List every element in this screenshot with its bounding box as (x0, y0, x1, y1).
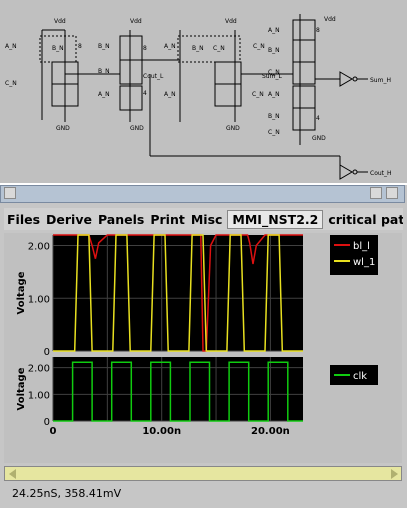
y-tick-label: 2.00 (28, 364, 50, 375)
vdd-label-4: Vdd (324, 16, 336, 23)
y-tick-label: 0 (44, 347, 50, 358)
window-menu-button[interactable] (4, 187, 16, 199)
vdd-label-3: Vdd (225, 18, 237, 25)
scroll-arrows (9, 469, 398, 479)
menu-files[interactable]: Files (4, 212, 43, 227)
cursor-readout: 24.25nS, 358.41mV (12, 487, 122, 500)
gnd-label-2: GND (130, 125, 144, 132)
plot-area: Voltage Voltage 0 1.00 2.00 bl_l wl_1 0 1.00 2.… (4, 233, 402, 463)
input-b-label-2: B_N (98, 68, 110, 75)
input-c-label-4: C_N (252, 91, 264, 98)
scroll-left-icon[interactable] (9, 469, 16, 479)
waveform-plots: Voltage Voltage 0 1.00 2.00 bl_l wl_1 0 1.00 2.… (16, 234, 378, 437)
input-a-label-3: A_N (164, 43, 176, 50)
gate-b-label-3: B_N (192, 45, 204, 52)
menu-panels[interactable]: Panels (95, 212, 147, 227)
minimize-button[interactable] (370, 187, 382, 199)
gate-b-label: B_N (52, 45, 64, 52)
y-tick-label: 2.00 (28, 242, 50, 253)
gate-c-label-3: C_N (213, 45, 225, 52)
gnd-label-3: GND (226, 125, 240, 132)
gnd-label-4: GND (312, 135, 326, 142)
input-a-label-6: A_N (268, 91, 280, 98)
schematic-drawing: Vdd Vdd Vdd Vdd GND GND GND GND A_N C_N … (5, 14, 392, 180)
input-c-label: C_N (5, 80, 17, 87)
y-tick-label: 1.00 (28, 294, 50, 305)
legend-label-bl_l: bl_l (353, 241, 370, 252)
window-titlebar[interactable] (0, 185, 405, 203)
size-label-3: 4 (143, 90, 147, 97)
y-axis-label-2: Voltage (16, 367, 27, 410)
schematic-canvas[interactable]: Vdd Vdd Vdd Vdd GND GND GND GND A_N C_N … (0, 0, 407, 183)
input-a-label: A_N (5, 43, 17, 50)
input-c-label-3: C_N (253, 43, 265, 50)
legend-label-wl_1: wl_1 (353, 257, 375, 268)
sum-l-label: Sum_L (262, 73, 282, 80)
size-label-2: 8 (143, 45, 147, 52)
input-a-label-4: A_N (164, 91, 176, 98)
input-c-label-6: C_N (268, 129, 280, 136)
input-a-label-5: A_N (268, 27, 280, 34)
input-b-label-1: B_N (98, 43, 110, 50)
vdd-label-1: Vdd (54, 18, 66, 25)
input-a-label-2: A_N (98, 91, 110, 98)
size-label-5: 4 (316, 115, 320, 122)
maximize-button[interactable] (386, 187, 398, 199)
x-tick-label: 0 (50, 426, 57, 437)
tab-critical-path[interactable]: critical path of mmi_s (325, 212, 403, 227)
waveform-window: Files Derive Panels Print Misc MMI_NST2.… (0, 183, 407, 508)
size-label-4: 8 (316, 27, 320, 34)
y-tick-label: 1.00 (28, 390, 50, 401)
vdd-label-2: Vdd (130, 18, 142, 25)
menu-derive[interactable]: Derive (43, 212, 95, 227)
input-b-label-5: B_N (268, 47, 280, 54)
input-b-label-6: B_N (268, 113, 280, 120)
menu-print[interactable]: Print (147, 212, 188, 227)
horizontal-scrollbar[interactable] (4, 466, 402, 481)
gnd-label-1: GND (56, 125, 70, 132)
cout-l-label: Cout_L (143, 73, 164, 80)
x-tick-label: 20.00n (251, 426, 290, 437)
x-tick-label: 10.00n (142, 426, 181, 437)
y-axis-label-1: Voltage (16, 271, 27, 314)
menu-bar: Files Derive Panels Print Misc MMI_NST2.… (4, 208, 403, 230)
legend-label-clk: clk (353, 371, 367, 382)
plot-panel-2[interactable] (53, 357, 303, 421)
tab-mmi-nst[interactable]: MMI_NST2.2 (227, 209, 324, 229)
menu-misc[interactable]: Misc (188, 212, 226, 227)
scroll-right-icon[interactable] (391, 469, 398, 479)
cout-h-label: Cout_H (370, 170, 392, 177)
size-label-1: 8 (78, 43, 82, 50)
sum-h-label: Sum_H (370, 77, 391, 84)
